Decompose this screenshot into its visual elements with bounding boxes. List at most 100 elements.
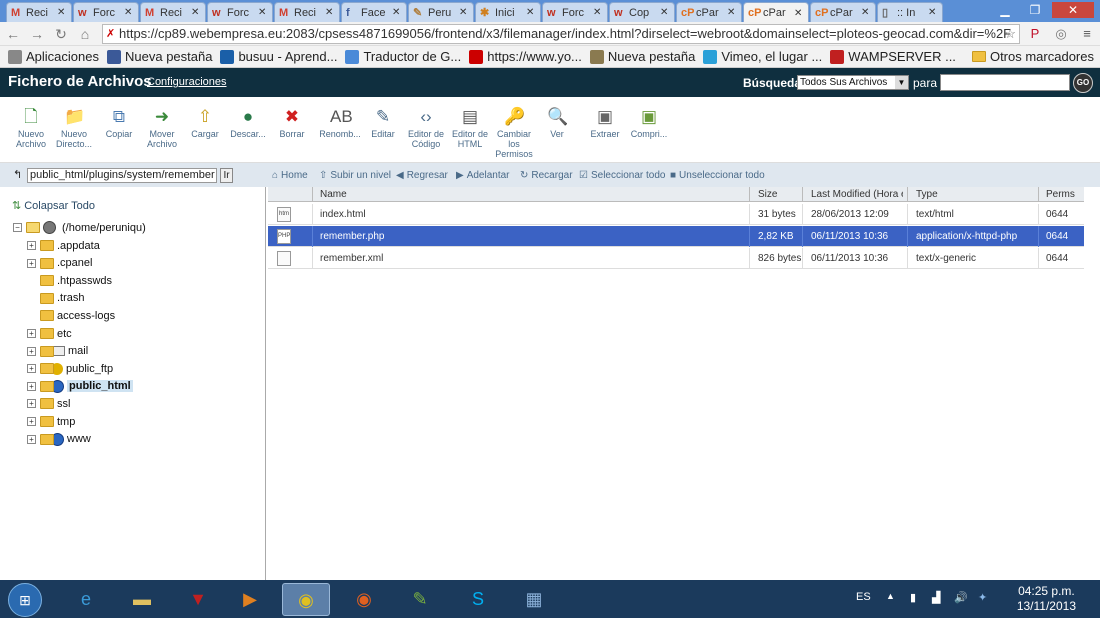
toolbar-permissions-button[interactable]: 🔑 Cambiar los Permisos [491, 107, 537, 159]
bookmark-item[interactable]: Vimeo, el lugar ... [703, 49, 822, 64]
tree-item-cpanel[interactable]: + .cpanel [27, 255, 92, 272]
expand-toggle-icon[interactable]: + [27, 434, 36, 444]
browser-tab[interactable]: cP cPar ✕ [743, 2, 809, 23]
calculator-icon[interactable]: ▦ [510, 583, 558, 616]
media-icon[interactable]: ▶ [226, 583, 274, 616]
expand-toggle-icon[interactable]: + [27, 364, 36, 374]
toolbar-download-button[interactable]: ● Descar... [225, 107, 271, 139]
menu-icon[interactable]: ≡ [1078, 25, 1096, 43]
toolbar-compress-button[interactable]: ▣ Compri... [626, 107, 672, 139]
tree-item-publicftp[interactable]: + public_ftp [27, 360, 113, 377]
close-tab-icon[interactable]: ✕ [258, 7, 268, 18]
close-tab-icon[interactable]: ✕ [928, 7, 938, 18]
toolbar-new-folder-button[interactable]: 📁 Nuevo Directo... [51, 107, 97, 149]
toolbar-new-file-button[interactable]: 🗋 Nuevo Archivo [8, 107, 54, 149]
insecure-lock-icon[interactable]: ✗ [106, 25, 115, 43]
start-button[interactable]: ⊞ [8, 583, 42, 617]
bookmark-item[interactable]: Nueva pestaña [589, 49, 695, 64]
security-icon[interactable]: ✦ [978, 591, 987, 604]
column-name[interactable]: Name [320, 189, 347, 202]
expand-toggle-icon[interactable]: + [27, 346, 36, 356]
close-tab-icon[interactable]: ✕ [325, 7, 335, 18]
browser-tab[interactable]: M Reci ✕ [274, 2, 340, 22]
search-scope-select[interactable]: Todos Sus Archivos ▼ [797, 75, 909, 90]
close-tab-icon[interactable]: ✕ [727, 7, 737, 18]
forward-arrow-icon[interactable]: → [28, 25, 46, 43]
browser-tab[interactable]: ✎ Peru ✕ [408, 2, 474, 22]
clock[interactable]: 04:25 p.m. 13/11/2013 [1017, 584, 1076, 614]
browser-tab[interactable]: ▯:: In ✕ [877, 2, 943, 22]
browser-tab[interactable]: M Reci ✕ [140, 2, 206, 22]
table-row[interactable]: remember.xml 826 bytes 06/11/2013 10:36 tex… [268, 248, 1084, 269]
toolbar-rename-button[interactable]: AB Renomb... [317, 107, 363, 139]
column-type[interactable]: Type [916, 189, 938, 202]
skype-icon[interactable]: S [454, 583, 502, 616]
show-hidden-icon[interactable]: ▲ [886, 591, 895, 601]
volume-icon[interactable]: 🔊 [954, 591, 968, 604]
action-back[interactable]: ◀ Regresar [396, 170, 448, 181]
browser-tab[interactable]: cP cPar ✕ [676, 2, 742, 22]
close-tab-icon[interactable]: ✕ [794, 8, 804, 19]
tree-item-htpasswds[interactable]: .htpasswds [27, 272, 112, 289]
action-unselect-all[interactable]: ■ Unseleccionar todo [670, 170, 765, 181]
table-row[interactable]: PHP remember.php 2,82 KB 06/11/2013 10:36 ap… [268, 226, 1084, 247]
other-bookmarks[interactable]: Otros marcadores [971, 49, 1094, 64]
ie-icon[interactable]: e [62, 583, 110, 616]
bookmark-item[interactable]: Aplicaciones [8, 49, 99, 64]
collapse-all-link[interactable]: ⇅ Colapsar Todo [12, 199, 95, 212]
settings-link[interactable]: Configuraciones [147, 76, 227, 88]
expand-toggle-icon[interactable]: + [27, 381, 36, 391]
browser-tab[interactable]: w Forc ✕ [542, 2, 608, 22]
toolbar-edit-button[interactable]: ✎ Editar [360, 107, 406, 139]
path-go-button[interactable]: Ir [220, 168, 233, 183]
bookmark-item[interactable]: busuu - Aprend... [220, 49, 337, 64]
action-home[interactable]: ⌂ Home [272, 170, 308, 181]
close-tab-icon[interactable]: ✕ [660, 7, 670, 18]
close-tab-icon[interactable]: ✕ [526, 7, 536, 18]
toolbar-html-editor-button[interactable]: ▤ Editor de HTML [447, 107, 493, 149]
close-icon[interactable]: ✕ [1052, 2, 1094, 18]
tree-item-etc[interactable]: + etc [27, 325, 72, 342]
close-tab-icon[interactable]: ✕ [57, 7, 67, 18]
expand-toggle-icon[interactable]: + [27, 241, 36, 250]
collapse-toggle-icon[interactable]: − [13, 223, 22, 232]
action-reload[interactable]: ↻ Recargar [520, 170, 573, 181]
browser-tab[interactable]: w Forc ✕ [207, 2, 273, 22]
close-tab-icon[interactable]: ✕ [593, 7, 603, 18]
firefox-icon[interactable]: ◉ [340, 583, 388, 616]
explorer-icon[interactable]: ▬ [118, 583, 166, 616]
tree-item-publichtml[interactable]: + public_html [27, 378, 133, 395]
browser-tab[interactable]: w Forc ✕ [73, 2, 139, 22]
browser-tab[interactable]: f Face ✕ [341, 2, 407, 22]
column-last-modified[interactable]: Last Modified (Hora est. I [811, 189, 903, 202]
close-tab-icon[interactable]: ✕ [124, 7, 134, 18]
table-row[interactable]: htm index.html 31 bytes 28/06/2013 12:09 tex… [268, 204, 1084, 225]
tree-item-tmp[interactable]: + tmp [27, 413, 75, 430]
go-button[interactable]: GO [1073, 73, 1093, 93]
browser-tab[interactable]: w Cop ✕ [609, 2, 675, 22]
close-tab-icon[interactable]: ✕ [459, 7, 469, 18]
bookmark-item[interactable]: Traductor de G... [345, 49, 461, 64]
close-tab-icon[interactable]: ✕ [861, 7, 871, 18]
search-input[interactable] [940, 74, 1070, 91]
notepadpp-icon[interactable]: ✎ [396, 583, 444, 616]
filezilla-icon[interactable]: ▼ [174, 583, 222, 616]
browser-tab[interactable]: M Reci ✕ [6, 2, 72, 22]
expand-toggle-icon[interactable]: + [27, 329, 36, 338]
tree-item-ssl[interactable]: + ssl [27, 395, 70, 412]
toolbar-move-button[interactable]: ➜ Mover Archivo [139, 107, 185, 149]
tree-item-mail[interactable]: + mail [27, 343, 88, 360]
battery-icon[interactable]: ▮ [910, 591, 916, 604]
tree-item-appdata[interactable]: + .appdata [27, 237, 100, 254]
extension-icon[interactable]: ◎ [1052, 25, 1070, 43]
toolbar-delete-button[interactable]: ✖ Borrar [269, 107, 315, 139]
address-bar[interactable]: ✗ https://cp89.webempresa.eu:2083/cpsess… [102, 24, 1020, 44]
expand-toggle-icon[interactable]: + [27, 258, 36, 268]
close-tab-icon[interactable]: ✕ [191, 7, 201, 18]
back-arrow-icon[interactable]: ← [4, 25, 22, 43]
bookmark-star-icon[interactable]: ☆ [1004, 25, 1016, 43]
column-size[interactable]: Size [758, 189, 777, 202]
tree-item-accesslogs[interactable]: access-logs [27, 307, 115, 324]
browser-tab[interactable]: ✱ Inici ✕ [475, 2, 541, 22]
network-icon[interactable]: ▟ [932, 591, 940, 604]
